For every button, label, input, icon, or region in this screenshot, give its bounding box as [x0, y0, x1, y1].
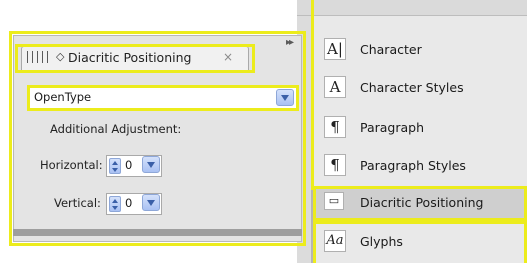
dock-header[interactable]: [297, 0, 527, 16]
dock-item-label: Character: [360, 42, 422, 57]
character-icon: A|: [324, 38, 346, 60]
glyphs-item-highlight-outline: [313, 221, 527, 263]
paragraph-styles-icon: ¶: [324, 154, 346, 176]
dock-item-character-styles[interactable]: A Character Styles: [314, 70, 527, 108]
panel-highlight-outline: [9, 31, 306, 246]
diacritic-item-highlight-outline: [313, 186, 527, 221]
dock-item-character[interactable]: A| Character: [314, 32, 527, 70]
dock-item-label: Paragraph Styles: [360, 158, 466, 173]
dock-item-label: Character Styles: [360, 80, 464, 95]
character-styles-icon: A: [324, 76, 346, 98]
dock-item-paragraph-styles[interactable]: ¶ Paragraph Styles: [314, 148, 527, 186]
paragraph-icon: ¶: [324, 116, 346, 138]
dock-item-label: Paragraph: [360, 120, 425, 135]
dock-item-paragraph[interactable]: ¶ Paragraph: [314, 110, 527, 148]
